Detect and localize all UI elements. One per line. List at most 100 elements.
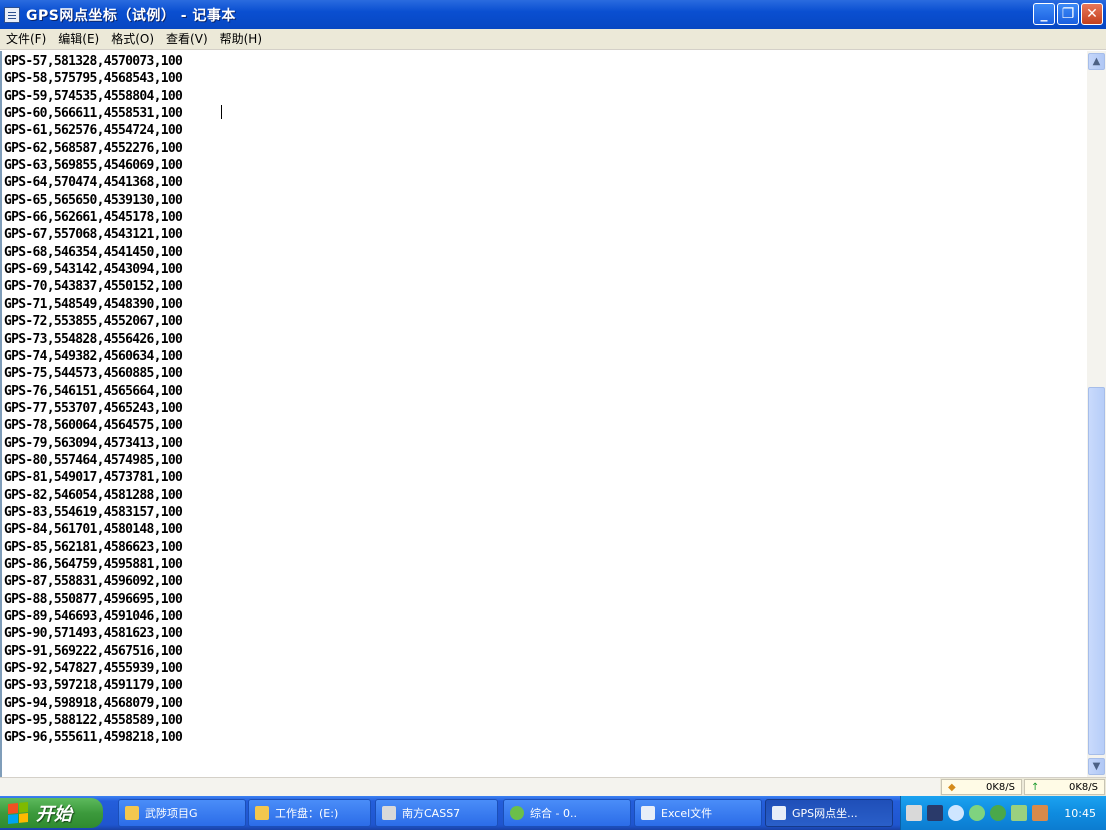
document-icon: [641, 806, 655, 820]
horizontal-scrollbar[interactable]: [0, 777, 940, 796]
notepad-icon: [772, 806, 786, 820]
task-label: 综合 - 0..: [530, 807, 577, 820]
folder-icon: [255, 806, 269, 820]
text-line: GPS-73,554828,4556426,100: [4, 331, 183, 347]
task-label: 工作盘：(E:): [275, 807, 339, 820]
bulb-icon[interactable]: [948, 805, 964, 821]
vertical-scrollbar[interactable]: ▲ ▼: [1087, 51, 1106, 777]
restore-icon: ❐: [1061, 6, 1075, 22]
task-button-notepad[interactable]: GPS网点坐...: [765, 799, 893, 827]
keyboard-icon[interactable]: [906, 805, 922, 821]
text-line: GPS-75,544573,4560885,100: [4, 366, 183, 382]
notepad-icon[interactable]: [4, 6, 20, 23]
taskbar: 开始 武陟项目G 工作盘：(E:) 南方CASS7 综合 - 0.. Excel…: [0, 796, 1106, 830]
text-line: GPS-82,546054,4581288,100: [4, 487, 183, 503]
text-line: GPS-77,553707,4565243,100: [4, 400, 183, 416]
scroll-up-button[interactable]: ▲: [1088, 53, 1105, 70]
text-line: GPS-85,562181,4586623,100: [4, 539, 183, 555]
start-label: 开始: [36, 804, 72, 825]
text-line: GPS-79,563094,4573413,100: [4, 435, 183, 451]
task-button-browser[interactable]: 综合 - 0..: [503, 799, 631, 827]
text-line: GPS-94,598918,4568079,100: [4, 695, 183, 711]
text-line: GPS-96,555611,4598218,100: [4, 730, 183, 746]
text-line: GPS-78,560064,4564575,100: [4, 418, 183, 434]
text-line: GPS-95,588122,4558589,100: [4, 713, 183, 729]
text-line: GPS-90,571493,4581623,100: [4, 626, 183, 642]
start-button[interactable]: 开始: [0, 798, 103, 828]
menu-view[interactable]: 查看(V): [160, 29, 214, 49]
text-line: GPS-92,547827,4555939,100: [4, 661, 183, 677]
minimize-icon: _: [1040, 6, 1048, 22]
text-line: GPS-67,557068,4543121,100: [4, 227, 183, 243]
upload-arrow-icon: ◆: [948, 781, 956, 793]
network-icon[interactable]: [969, 805, 985, 821]
text-line: GPS-64,570474,4541368,100: [4, 175, 183, 191]
text-line: GPS-74,549382,4560634,100: [4, 348, 183, 364]
text-line: GPS-63,569855,4546069,100: [4, 158, 183, 174]
menu-format[interactable]: 格式(O): [105, 29, 160, 49]
document-text: GPS-57,581328,4570073,100 GPS-58,575795,4…: [2, 51, 1087, 747]
text-line: GPS-58,575795,4568543,100: [4, 71, 183, 87]
text-line: GPS-68,546354,4541450,100: [4, 244, 183, 260]
task-button-folder-2[interactable]: 工作盘：(E:): [248, 799, 371, 827]
security-icon[interactable]: [990, 805, 1006, 821]
system-tray: 10:45: [900, 796, 1106, 830]
text-line: GPS-76,546151,4565664,100: [4, 383, 183, 399]
title-bar[interactable]: GPS网点坐标（试例） - 记事本 _ ❐ ✕: [0, 0, 1106, 29]
chevron-down-icon: ▼: [1092, 761, 1101, 772]
text-caret: [221, 105, 222, 119]
input-method-icon[interactable]: [1032, 805, 1048, 821]
scrollbar-thumb[interactable]: [1088, 387, 1105, 755]
task-label: GPS网点坐...: [792, 807, 858, 820]
text-line: GPS-89,546693,4591046,100: [4, 609, 183, 624]
text-line: GPS-87,558831,4596092,100: [4, 574, 183, 590]
clock[interactable]: 10:45: [1064, 807, 1096, 820]
text-line: GPS-66,562661,4545178,100: [4, 210, 183, 226]
text-line: GPS-60,566611,4558531,100: [4, 106, 183, 122]
menu-edit[interactable]: 编辑(E): [52, 29, 105, 49]
download-speed: ↑ 0K8/S: [1024, 779, 1105, 795]
scroll-left-button[interactable]: [1, 779, 18, 796]
text-line: GPS-93,597218,4591179,100: [4, 678, 183, 694]
task-label: Excel文件: [661, 807, 713, 820]
text-line: GPS-84,561701,4580148,100: [4, 522, 183, 538]
text-line: GPS-81,549017,4573781,100: [4, 470, 183, 486]
cass-app-icon: [382, 806, 396, 820]
folder-icon: [125, 806, 139, 820]
text-line: GPS-71,548549,4548390,100: [4, 296, 183, 312]
text-line: GPS-88,550877,4596695,100: [4, 591, 183, 607]
text-line: GPS-83,554619,4583157,100: [4, 504, 183, 520]
text-line: GPS-72,553855,4552067,100: [4, 314, 183, 330]
task-button-folder-1[interactable]: 武陟项目G: [118, 799, 246, 827]
text-line: GPS-62,568587,4552276,100: [4, 140, 183, 156]
volume-icon[interactable]: [1011, 805, 1027, 821]
task-button-excel[interactable]: Excel文件: [634, 799, 762, 827]
chevron-up-icon: ▲: [1092, 56, 1101, 67]
task-label: 南方CASS7: [402, 807, 461, 820]
scroll-down-button[interactable]: ▼: [1088, 758, 1105, 775]
text-line: GPS-86,564759,4595881,100: [4, 556, 183, 572]
menu-help[interactable]: 帮助(H): [214, 29, 268, 49]
upload-speed: ◆ 0K8/S: [941, 779, 1022, 795]
menu-file[interactable]: 文件(F): [0, 29, 52, 49]
download-speed-value: 0K8/S: [1069, 781, 1098, 793]
download-arrow-icon: ↑: [1031, 781, 1040, 793]
close-icon: ✕: [1086, 6, 1098, 22]
window-title: GPS网点坐标（试例） - 记事本: [26, 7, 236, 24]
text-line: GPS-69,543142,4543094,100: [4, 262, 183, 278]
browser-icon: [510, 806, 524, 820]
text-line: GPS-59,574535,4558804,100: [4, 88, 183, 104]
menu-bar: 文件(F) 编辑(E) 格式(O) 查看(V) 帮助(H): [0, 29, 1106, 50]
close-button[interactable]: ✕: [1081, 3, 1103, 25]
text-line: GPS-70,543837,4550152,100: [4, 279, 183, 295]
text-line: GPS-61,562576,4554724,100: [4, 123, 183, 139]
text-line: GPS-57,581328,4570073,100: [4, 54, 183, 69]
minimize-button[interactable]: _: [1033, 3, 1055, 25]
help-icon[interactable]: [927, 805, 943, 821]
text-editor-area[interactable]: GPS-57,581328,4570073,100 GPS-58,575795,4…: [0, 51, 1087, 777]
task-button-cass[interactable]: 南方CASS7: [375, 799, 498, 827]
restore-button[interactable]: ❐: [1057, 3, 1079, 25]
task-label: 武陟项目G: [145, 807, 198, 820]
upload-speed-value: 0K8/S: [986, 781, 1015, 793]
text-line: GPS-80,557464,4574985,100: [4, 452, 183, 468]
